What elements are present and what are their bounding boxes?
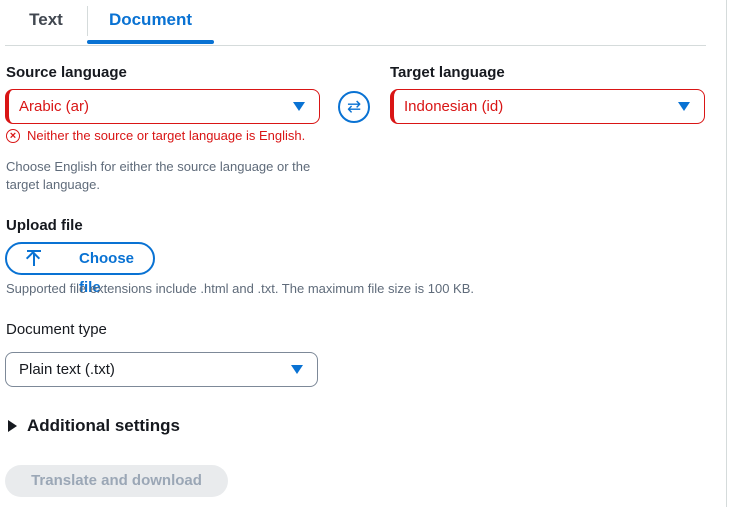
help-line: Choose English for either the source lan… (6, 159, 311, 174)
error-icon: × (6, 129, 20, 143)
caret-down-icon (291, 365, 303, 374)
translate-and-download-button[interactable]: Translate and download (5, 465, 228, 497)
source-language-label: Source language (6, 64, 127, 81)
panel-border (726, 0, 727, 507)
source-language-select[interactable]: Arabic (ar) (5, 89, 320, 124)
source-language-value: Arabic (ar) (19, 98, 90, 115)
swap-languages-button[interactable]: ⇄ (338, 91, 370, 123)
target-language-value: Indonesian (id) (404, 98, 504, 115)
tab-document[interactable]: Document (87, 0, 214, 44)
document-type-label: Document type (6, 321, 107, 338)
help-line: target language. (6, 177, 100, 192)
swap-icon: ⇄ (346, 97, 362, 116)
target-language-select[interactable]: Indonesian (id) (390, 89, 705, 124)
tab-bar: Text Document (5, 0, 706, 46)
additional-settings-label: Additional settings (27, 416, 180, 435)
document-type-value: Plain text (.txt) (19, 361, 115, 378)
tab-text[interactable]: Text (5, 0, 87, 44)
document-type-select[interactable]: Plain text (.txt) (5, 352, 318, 387)
upload-file-label: Upload file (6, 217, 83, 234)
source-help-text: Choose English for either the source lan… (6, 158, 336, 194)
upload-help-text: Supported file extensions include .html … (6, 281, 474, 296)
caret-down-icon (678, 102, 690, 111)
error-text: Neither the source or target language is… (27, 128, 306, 143)
caret-down-icon (293, 102, 305, 111)
target-language-label: Target language (390, 64, 505, 81)
caret-right-icon (8, 420, 17, 432)
choose-file-button[interactable]: Choose file (5, 242, 155, 296)
